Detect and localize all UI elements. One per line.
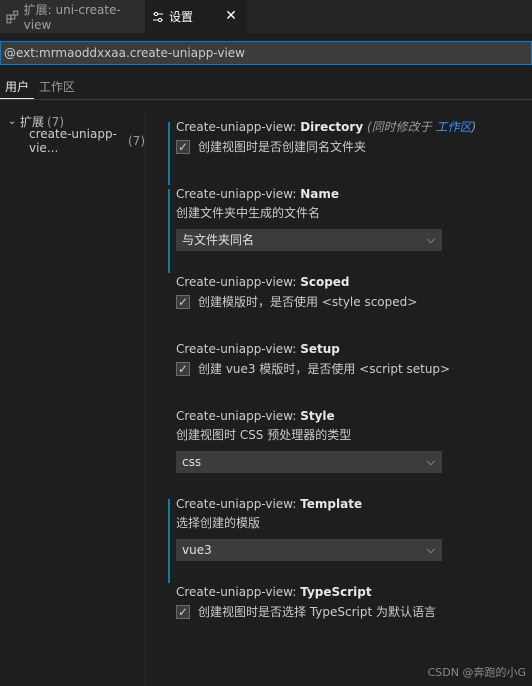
tab-settings-label: 设置 [169, 10, 194, 24]
workspace-link[interactable]: 工作区 [435, 120, 471, 134]
watermark: CSDN @奔跑的小G [427, 666, 526, 679]
setting-name: Directory [300, 120, 364, 134]
checkbox-row: ✓ 创建视图时是否创建同名文件夹 [176, 137, 468, 156]
setting-desc: 创建文件夹中生成的文件名 [176, 206, 321, 220]
setting-name: Setup [300, 342, 340, 356]
select-value: 与文件夹同名 [182, 233, 255, 247]
setting-prefix: Create-uniapp-view: [176, 275, 301, 289]
toc-child-count: (7) [128, 133, 145, 148]
setting-style: Create-uniapp-view: Style 创建视图时 CSS 预处理器… [168, 407, 468, 495]
note-end: ) [471, 120, 477, 134]
setting-title: Create-uniapp-view: TypeScript [176, 583, 468, 602]
settings-list: Create-uniapp-view: Directory (同时修改于 工作区… [168, 118, 476, 627]
setting-title: Create-uniapp-view: Setup [176, 340, 468, 359]
checkbox-row: ✓ 创建 vue3 模版时，是否使用 <script setup> [176, 359, 468, 378]
setting-setup: Create-uniapp-view: Setup ✓ 创建 vue3 模版时，… [168, 340, 468, 407]
setting-prefix: Create-uniapp-view: [176, 585, 301, 599]
setting-prefix: Create-uniapp-view: [176, 187, 301, 201]
setting-title: Create-uniapp-view: Scoped [176, 273, 468, 292]
setting-prefix: Create-uniapp-view: [176, 120, 301, 134]
select-value: vue3 [182, 543, 212, 557]
style-select[interactable]: css ⌵ [176, 451, 442, 473]
note-text: (同时修改于 [366, 120, 436, 134]
chevron-down-icon: ⌵ [426, 233, 435, 246]
typescript-checkbox[interactable]: ✓ [176, 604, 190, 619]
settings-toc: ⌄ 扩展 (7) create-uniapp-vie... (7) [0, 112, 145, 155]
setting-desc: 创建 vue3 模版时，是否使用 <script setup> [198, 362, 451, 376]
toc-child-label: create-uniapp-vie... [29, 126, 117, 155]
chevron-down-icon: ⌵ [426, 455, 435, 468]
setting-desc: 创建视图时是否选择 TypeScript 为默认语言 [198, 605, 436, 619]
search-input[interactable] [1, 42, 524, 64]
chevron-down-icon: ⌄ [8, 116, 17, 127]
setting-desc: 创建模版时，是否使用 <style scoped> [198, 295, 418, 309]
setting-prefix: Create-uniapp-view: [176, 409, 301, 423]
modified-elsewhere-note: (同时修改于 工作区) [367, 120, 476, 134]
chevron-down-icon: ⌵ [426, 543, 435, 556]
scope-tabs: 用户 工作区 [0, 78, 80, 99]
setting-desc: 选择创建的模版 [176, 516, 261, 530]
setting-scoped: Create-uniapp-view: Scoped ✓ 创建模版时，是否使用 … [168, 273, 468, 340]
setting-name-option: Create-uniapp-view: Name 创建文件夹中生成的文件名 与文… [168, 185, 468, 273]
tab-user[interactable]: 用户 [0, 78, 35, 99]
setting-title: Create-uniapp-view: Directory (同时修改于 工作区… [176, 118, 476, 137]
directory-checkbox[interactable]: ✓ [176, 139, 190, 154]
toc-item-create-uniapp-view[interactable]: create-uniapp-vie... (7) [0, 127, 145, 155]
template-select[interactable]: vue3 ⌵ [176, 539, 442, 561]
tab-workspace[interactable]: 工作区 [34, 78, 80, 98]
setting-title: Create-uniapp-view: Name [176, 185, 468, 204]
scoped-checkbox[interactable]: ✓ [176, 294, 190, 309]
setting-title: Create-uniapp-view: Template [176, 495, 468, 514]
setting-name: TypeScript [300, 585, 372, 599]
tab-extension-label: 扩展: uni-create-view [23, 3, 121, 32]
setting-directory: Create-uniapp-view: Directory (同时修改于 工作区… [168, 118, 476, 185]
close-icon[interactable]: ✕ [223, 8, 239, 24]
setting-name: Name [300, 187, 339, 201]
tab-extension[interactable]: 扩展: uni-create-view [0, 0, 145, 33]
settings-icon [153, 11, 163, 22]
setting-prefix: Create-uniapp-view: [176, 342, 301, 356]
checkbox-row: ✓ 创建视图时是否选择 TypeScript 为默认语言 [176, 602, 468, 621]
extensions-icon [6, 10, 19, 23]
tab-settings[interactable]: 设置 ✕ [145, 0, 247, 33]
setting-desc: 创建视图时 CSS 预处理器的类型 [176, 428, 352, 442]
setting-name: Template [300, 497, 363, 511]
setting-typescript: Create-uniapp-view: TypeScript ✓ 创建视图时是否… [168, 583, 468, 627]
divider [0, 99, 532, 100]
setting-title: Create-uniapp-view: Style [176, 407, 468, 426]
setting-desc: 创建视图时是否创建同名文件夹 [198, 140, 367, 154]
setup-checkbox[interactable]: ✓ [176, 361, 190, 376]
settings-search [0, 41, 532, 65]
select-value: css [182, 455, 202, 469]
setting-template: Create-uniapp-view: Template 选择创建的模版 vue… [168, 495, 468, 583]
editor-tab-bar: 扩展: uni-create-view 设置 ✕ [0, 0, 532, 33]
setting-prefix: Create-uniapp-view: [176, 497, 301, 511]
checkbox-row: ✓ 创建模版时，是否使用 <style scoped> [176, 292, 468, 311]
setting-name: Scoped [300, 275, 350, 289]
panel-separator [145, 112, 146, 686]
name-select[interactable]: 与文件夹同名 ⌵ [176, 229, 442, 251]
setting-name: Style [300, 409, 335, 423]
